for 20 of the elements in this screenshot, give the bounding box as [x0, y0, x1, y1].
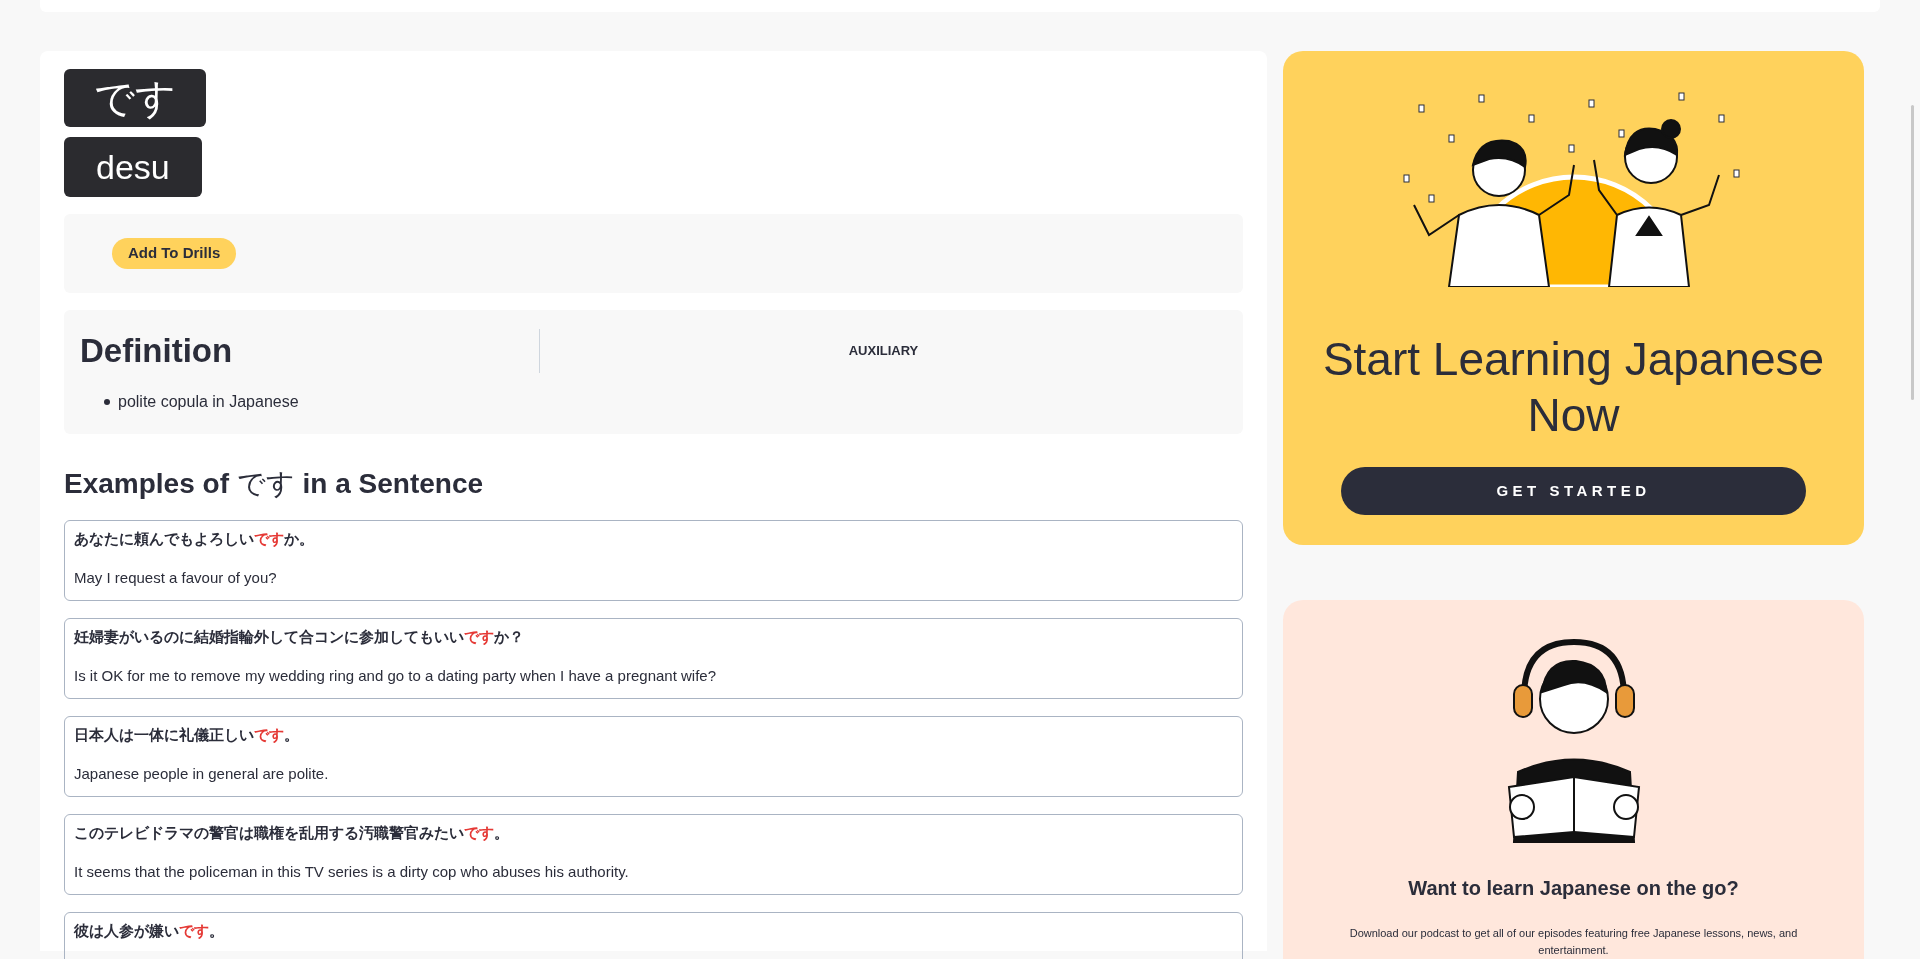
- podcast-description: Download our podcast to get all of our episodes featuring free Japanese lessons, news, and entertainment.: [1348, 926, 1799, 958]
- get-started-button[interactable]: GET STARTED: [1341, 467, 1806, 515]
- english-translation: Is it OK for me to remove my wedding ring and go to a dating party when I have a pregnant wife?: [74, 666, 718, 686]
- word-kana: です: [64, 69, 206, 127]
- japanese-sentence: 日本人は一体に礼儀正しいです。: [74, 725, 300, 745]
- definition-text: polite copula in Japanese: [118, 391, 299, 412]
- english-translation: Japanese people in general are polite.: [74, 764, 330, 784]
- podcast-title: Want to learn Japanese on the go?: [1408, 876, 1739, 901]
- add-to-drills-button[interactable]: Add To Drills: [112, 238, 237, 269]
- english-translation: May I request a favour of you?: [74, 568, 278, 588]
- part-of-speech: AUXILIARY: [847, 342, 920, 360]
- japanese-sentence: 妊婦妻がいるのに結婚指輪外して合コンに参加してもいいですか？: [74, 627, 525, 647]
- japanese-sentence: このテレビドラマの警官は職権を乱用する汚職警官みたいです。: [74, 823, 510, 843]
- japanese-sentence: あなたに頼んでもよろしいですか。: [74, 529, 315, 549]
- japanese-sentence: 彼は人参が嫌いです。: [74, 921, 225, 941]
- promo-title: Start Learning Japanese Now: [1321, 332, 1826, 443]
- definition-heading: Definition: [80, 331, 234, 371]
- examples-heading: Examples of です in a Sentence: [64, 467, 485, 501]
- word-romaji: desu: [64, 137, 202, 197]
- english-translation: It seems that the policeman in this TV series is a dirty cop who abuses his authority.: [74, 862, 630, 882]
